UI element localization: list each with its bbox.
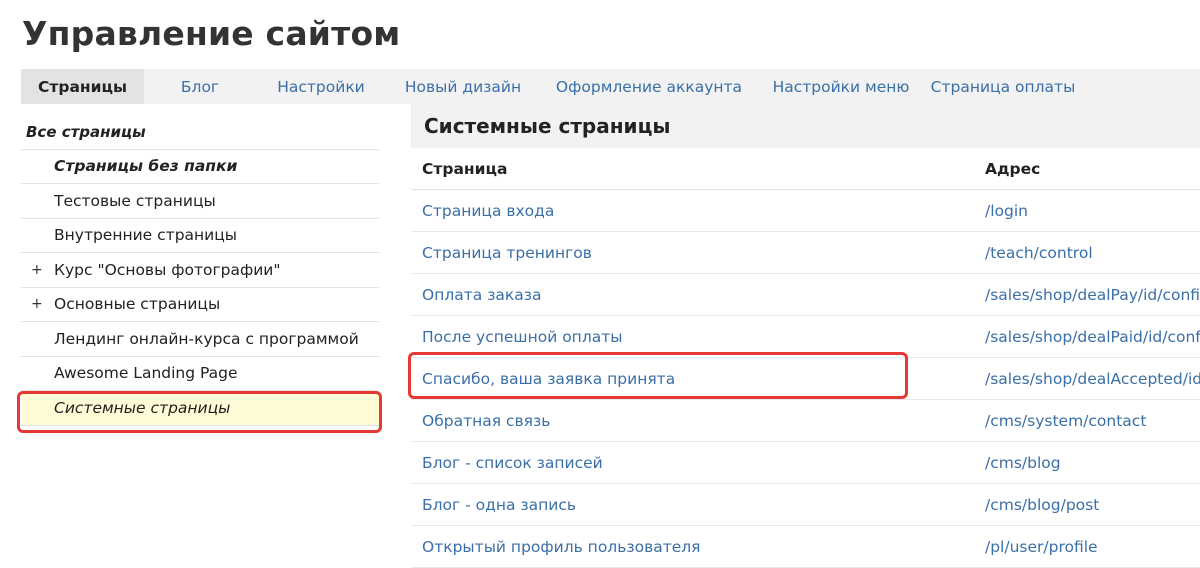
table-header: Страница Адрес	[411, 148, 1200, 190]
sidebar-item-test-pages[interactable]: Тестовые страницы	[21, 184, 379, 219]
table-row: Оплата заказа /sales/shop/dealPay/id/con…	[411, 274, 1200, 316]
sidebar-item-label: Все страницы	[26, 122, 146, 141]
sidebar-item-label: Внутренние страницы	[54, 226, 238, 245]
expand-plus-icon[interactable]: +	[31, 296, 43, 312]
section-title: Системные страницы	[411, 104, 1200, 148]
table-row: Открытый профиль пользователя /pl/user/p…	[411, 526, 1200, 568]
sidebar-item-main-pages[interactable]: + Основные страницы	[21, 288, 379, 322]
page-link[interactable]: Страница тренингов	[422, 232, 592, 273]
page-title: Управление сайтом	[22, 14, 401, 53]
address-link[interactable]: /cms/blog/post	[985, 484, 1099, 525]
sidebar-item-label: Тестовые страницы	[54, 191, 216, 210]
pages-panel: Системные страницы Страница Адрес Страни…	[411, 104, 1200, 568]
address-link[interactable]: /login	[985, 190, 1028, 231]
page-link[interactable]: Оплата заказа	[422, 274, 542, 315]
page-link[interactable]: Обратная связь	[422, 400, 550, 441]
sidebar-item-label: Основные страницы	[54, 295, 221, 314]
table-row: Блог - одна запись /cms/blog/post	[411, 484, 1200, 526]
sidebar-item-label: Страницы без папки	[54, 157, 238, 176]
table-row: Страница входа /login	[411, 190, 1200, 232]
sidebar-item-label: Awesome Landing Page	[54, 364, 238, 383]
address-link[interactable]: /cms/blog	[985, 442, 1061, 483]
table-row: Блог - список записей /cms/blog	[411, 442, 1200, 484]
tab-new-design[interactable]: Новый дизайн	[386, 69, 540, 104]
page-link[interactable]: Открытый профиль пользователя	[422, 526, 701, 567]
sidebar-item-label: Курс "Основы фотографии"	[54, 260, 281, 279]
sidebar-item-awesome-landing[interactable]: Awesome Landing Page	[21, 357, 379, 391]
page-link[interactable]: Страница входа	[422, 190, 554, 231]
sidebar-item-label: Системные страницы	[54, 398, 231, 417]
address-link[interactable]: /sales/shop/dealAccepted/id	[985, 358, 1200, 399]
sidebar-item-photo-course[interactable]: + Курс "Основы фотографии"	[21, 253, 379, 288]
table-row: Спасибо, ваша заявка принята /sales/shop…	[411, 358, 1200, 400]
column-header-address: Адрес	[985, 159, 1041, 178]
sidebar-item-all-pages[interactable]: Все страницы	[21, 115, 379, 150]
table-row: После успешной оплаты /sales/shop/dealPa…	[411, 316, 1200, 358]
tab-payment-page[interactable]: Страница оплаты	[924, 69, 1082, 104]
page-link[interactable]: После успешной оплаты	[422, 316, 623, 357]
sidebar-item-system-pages[interactable]: Системные страницы	[21, 391, 379, 426]
address-link[interactable]: /cms/system/contact	[985, 400, 1146, 441]
table-row: Страница тренингов /teach/control	[411, 232, 1200, 274]
address-link[interactable]: /sales/shop/dealPay/id/config	[985, 274, 1200, 315]
sidebar-item-internal-pages[interactable]: Внутренние страницы	[21, 219, 379, 253]
sidebar-item-label: Лендинг онлайн-курса с программой	[54, 329, 359, 348]
tab-pages[interactable]: Страницы	[21, 69, 144, 104]
tab-blog[interactable]: Блог	[144, 69, 256, 104]
tab-account-design[interactable]: Оформление аккаунта	[540, 69, 758, 104]
address-link[interactable]: /teach/control	[985, 232, 1093, 273]
address-link[interactable]: /sales/shop/dealPaid/id/config	[985, 316, 1200, 357]
expand-plus-icon[interactable]: +	[31, 262, 43, 278]
page-link[interactable]: Блог - одна запись	[422, 484, 576, 525]
address-link[interactable]: /pl/user/profile	[985, 526, 1098, 567]
folder-sidebar: Все страницы Страницы без папки Тестовые…	[21, 115, 379, 426]
tab-settings[interactable]: Настройки	[256, 69, 386, 104]
table-row: Обратная связь /cms/system/contact	[411, 400, 1200, 442]
tab-menu-settings[interactable]: Настройки меню	[758, 69, 924, 104]
column-header-page: Страница	[422, 159, 508, 178]
sidebar-item-course-landing[interactable]: Лендинг онлайн-курса с программой	[21, 322, 379, 357]
page-link[interactable]: Спасибо, ваша заявка принята	[422, 358, 675, 399]
page-link[interactable]: Блог - список записей	[422, 442, 603, 483]
sidebar-item-no-folder[interactable]: Страницы без папки	[21, 150, 379, 184]
tab-bar: Страницы Блог Настройки Новый дизайн Офо…	[21, 69, 1200, 104]
